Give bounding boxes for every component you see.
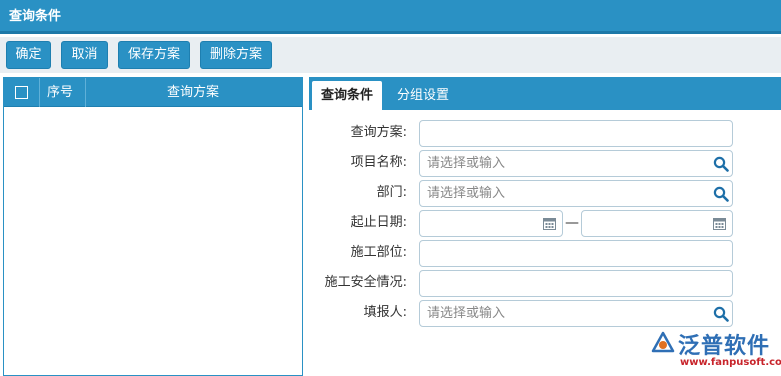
save-scheme-button[interactable]: 保存方案 — [118, 41, 190, 69]
department-placeholder: 请选择或输入 — [427, 186, 506, 201]
tab-group-settings[interactable]: 分组设置 — [388, 81, 458, 110]
start-date-input[interactable] — [419, 210, 563, 237]
brand-url: www.fanpusoft.com — [680, 357, 781, 368]
delete-scheme-button[interactable]: 删除方案 — [200, 41, 272, 69]
window-title: 查询条件 — [0, 0, 781, 34]
form-row-scheme-name: 查询方案: — [309, 119, 781, 147]
cancel-button[interactable]: 取消 — [61, 41, 108, 69]
department-input[interactable]: 请选择或输入 — [419, 180, 733, 207]
brand-logo-icon — [651, 331, 675, 353]
brand-name: 泛普软件 — [678, 334, 771, 359]
tab-query-conditions[interactable]: 查询条件 — [312, 81, 382, 110]
form-row-department: 部门: 请选择或输入 — [309, 179, 781, 207]
form-row-reporter: 填报人: 请选择或输入 — [309, 299, 781, 327]
department-label: 部门: — [376, 185, 407, 200]
reporter-label: 填报人: — [363, 305, 407, 320]
tab-bar: 查询条件 分组设置 — [309, 77, 781, 110]
safety-status-label: 施工安全情况: — [324, 275, 407, 290]
scheme-list-panel: 序号 查询方案 — [3, 77, 303, 376]
end-date-input[interactable] — [581, 210, 733, 237]
form-row-construction-part: 施工部位: — [309, 239, 781, 267]
scheme-name-label: 查询方案: — [350, 125, 407, 140]
form-row-date-range: 起止日期: — — [309, 209, 781, 237]
column-header-index: 序号 — [47, 85, 74, 100]
form-row-project-name: 项目名称: 请选择或输入 — [309, 149, 781, 177]
search-icon[interactable] — [713, 306, 729, 322]
project-name-label: 项目名称: — [350, 155, 407, 170]
brand-watermark: 泛普软件 www.fanpusoft.com — [648, 328, 781, 372]
confirm-button[interactable]: 确定 — [6, 41, 51, 69]
column-divider — [85, 78, 86, 107]
column-divider — [39, 78, 40, 107]
scheme-name-input[interactable] — [419, 120, 733, 147]
column-header-scheme: 查询方案 — [167, 85, 220, 100]
project-name-input[interactable]: 请选择或输入 — [419, 150, 733, 177]
select-all-checkbox-icon[interactable] — [15, 86, 28, 99]
safety-status-input[interactable] — [419, 270, 733, 297]
project-name-placeholder: 请选择或输入 — [427, 156, 506, 171]
search-icon[interactable] — [713, 186, 729, 202]
construction-part-input[interactable] — [419, 240, 733, 267]
calendar-icon[interactable] — [543, 217, 556, 230]
search-icon[interactable] — [713, 156, 729, 172]
form-row-safety-status: 施工安全情况: — [309, 269, 781, 297]
date-separator: — — [565, 215, 579, 231]
scheme-list-header: 序号 查询方案 — [4, 78, 302, 107]
construction-part-label: 施工部位: — [350, 245, 407, 260]
reporter-placeholder: 请选择或输入 — [427, 306, 506, 321]
scheme-list-body[interactable] — [4, 107, 302, 375]
date-range-label: 起止日期: — [350, 215, 407, 230]
reporter-input[interactable]: 请选择或输入 — [419, 300, 733, 327]
calendar-icon[interactable] — [713, 217, 726, 230]
toolbar: 确定 取消 保存方案 删除方案 — [0, 37, 781, 73]
